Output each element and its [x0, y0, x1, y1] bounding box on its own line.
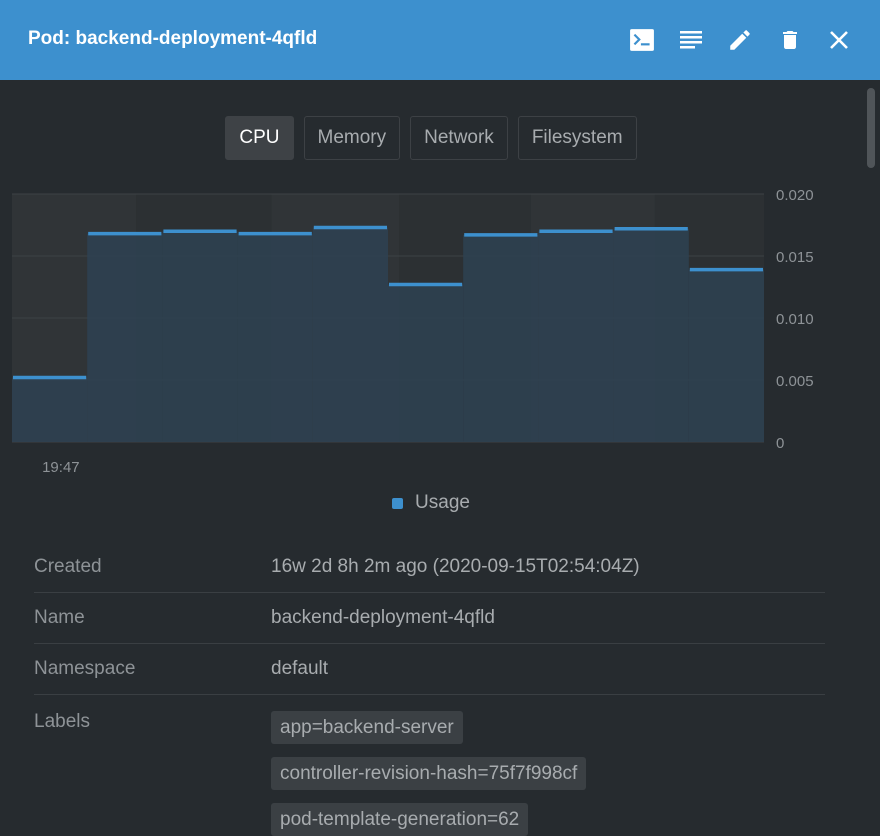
y-tick-label: 0: [776, 435, 784, 452]
label-badge: pod-template-generation=62: [271, 803, 529, 836]
edit-icon: [730, 30, 750, 50]
usage-area-segment: [12, 377, 88, 442]
usage-area-segment: [613, 228, 689, 442]
usage-area-segment: [538, 231, 614, 442]
labels-list: app=backend-server controller-revision-h…: [271, 711, 587, 836]
y-tick-label: 0.015: [776, 249, 814, 266]
chart-legend: Usage: [0, 492, 862, 514]
usage-area-segment: [463, 234, 539, 442]
tab-network[interactable]: Network: [410, 116, 508, 160]
edit-button[interactable]: [724, 24, 756, 56]
labels-label: Labels: [34, 711, 90, 732]
namespace-row: Namespace default: [34, 644, 825, 695]
namespace-value: default: [271, 658, 329, 679]
cpu-usage-chart: 0.020 0.015 0.010 0.005 0 19:47: [12, 187, 814, 476]
name-label: Name: [34, 607, 85, 628]
logs-button[interactable]: [675, 24, 707, 56]
name-value: backend-deployment-4qfld: [271, 607, 495, 628]
close-button[interactable]: [823, 24, 855, 56]
y-tick-label: 0.005: [776, 373, 814, 390]
terminal-button[interactable]: [626, 24, 658, 56]
usage-area-segment: [237, 233, 313, 442]
scrollbar-thumb[interactable]: [867, 88, 875, 168]
terminal-icon: [630, 29, 654, 51]
details-table: Created 16w 2d 8h 2m ago (2020-09-15T02:…: [34, 542, 825, 836]
created-value: 16w 2d 8h 2m ago (2020-09-15T02:54:04Z): [271, 556, 640, 577]
created-row: Created 16w 2d 8h 2m ago (2020-09-15T02:…: [34, 542, 825, 593]
usage-area-segment: [312, 227, 388, 442]
metrics-tabs: CPU Memory Network Filesystem: [0, 116, 862, 160]
page-title: Pod: backend-deployment-4qfld: [28, 28, 318, 49]
usage-area-segment: [388, 284, 464, 442]
x-tick-label: 19:47: [42, 459, 80, 476]
namespace-label: Namespace: [34, 658, 136, 679]
label-badge: app=backend-server: [271, 711, 463, 744]
label-badge: controller-revision-hash=75f7f998cf: [271, 757, 587, 790]
usage-area-segment: [162, 231, 238, 442]
header-bar: Pod: backend-deployment-4qfld: [0, 0, 880, 80]
usage-area-segment: [87, 233, 163, 442]
pod-details-panel: CPU Memory Network Filesystem 0.020 0.015…: [0, 80, 862, 836]
labels-row: Labels app=backend-server controller-rev…: [34, 695, 825, 836]
y-tick-label: 0.020: [776, 187, 814, 204]
delete-icon: [783, 31, 797, 49]
tab-filesystem[interactable]: Filesystem: [517, 116, 637, 160]
scrollbar[interactable]: [862, 80, 880, 836]
legend-label: Usage: [415, 492, 470, 513]
delete-button[interactable]: [774, 24, 806, 56]
tab-cpu[interactable]: CPU: [225, 116, 294, 160]
logs-icon: [680, 31, 702, 49]
close-icon: [830, 31, 848, 49]
tab-memory[interactable]: Memory: [303, 116, 401, 160]
usage-area-segment: [688, 269, 764, 442]
created-label: Created: [34, 556, 102, 577]
y-tick-label: 0.010: [776, 311, 814, 328]
name-row: Name backend-deployment-4qfld: [34, 593, 825, 644]
legend-swatch: [392, 497, 404, 509]
